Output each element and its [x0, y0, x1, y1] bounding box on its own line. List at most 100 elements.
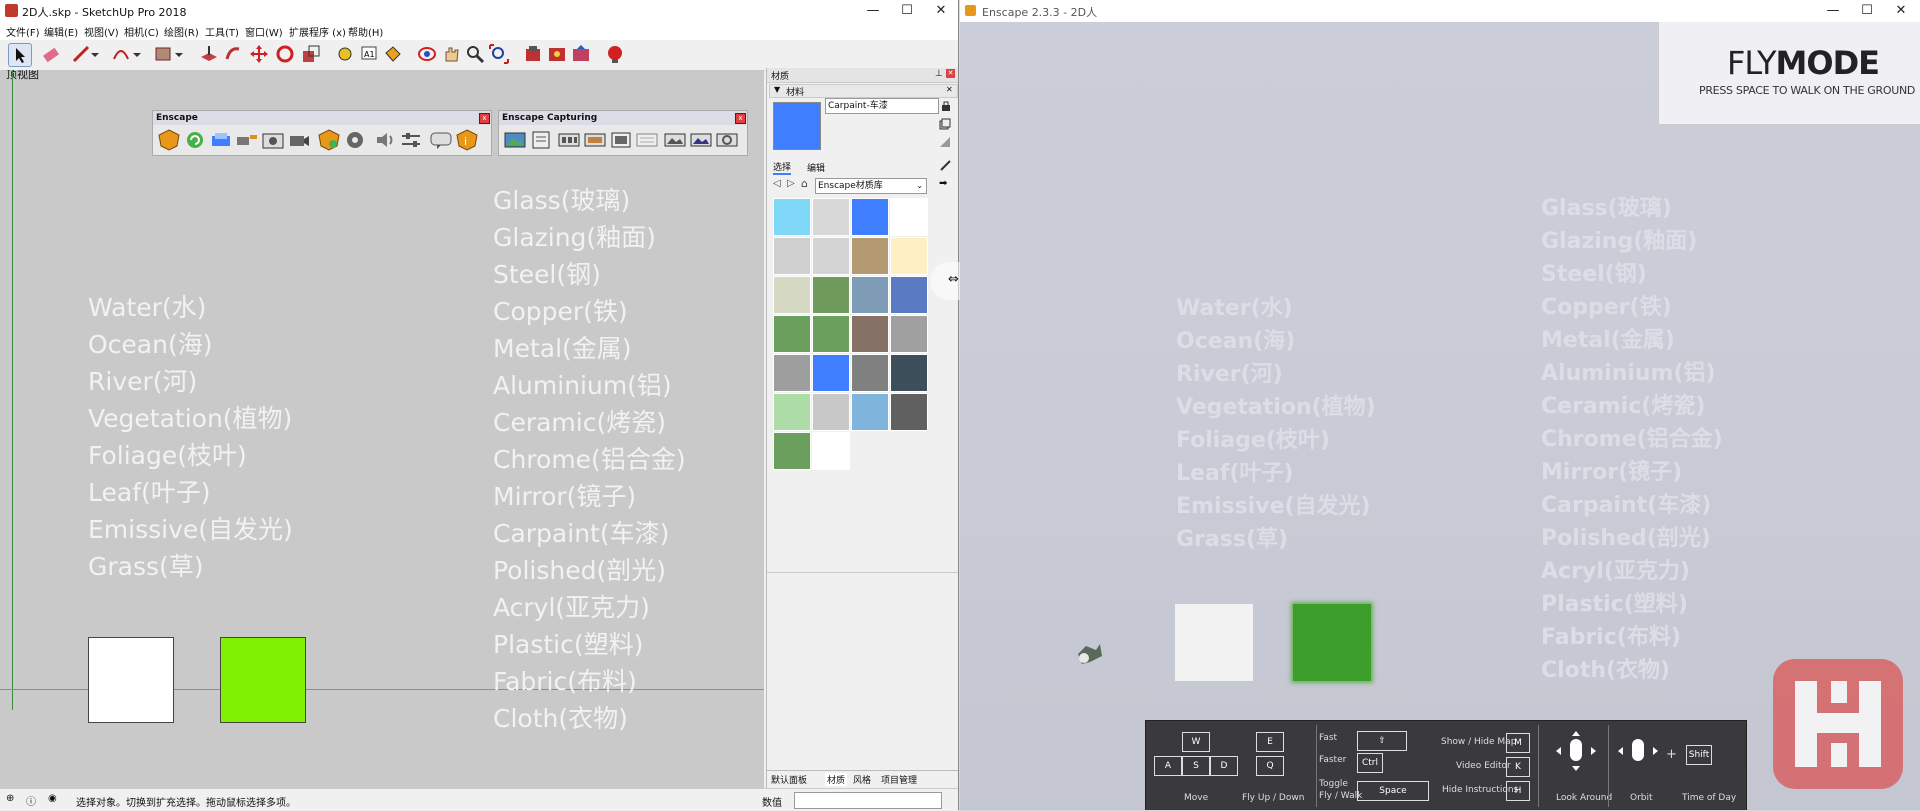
material-swatch[interactable]	[851, 198, 889, 236]
material-swatch[interactable]	[773, 432, 811, 470]
paint-bucket-icon[interactable]	[382, 43, 404, 65]
live-update-icon[interactable]	[183, 129, 207, 151]
menu-camera[interactable]: 相机(C)	[124, 24, 159, 39]
video-editor-icon[interactable]	[287, 129, 311, 151]
tray-tab-materials[interactable]: 材质	[825, 773, 848, 786]
follow-me-icon[interactable]	[222, 43, 244, 65]
enscape-maximize-button[interactable]: ☐	[1850, 0, 1884, 22]
asset-library-icon[interactable]	[317, 129, 341, 151]
menu-view[interactable]: 视图(V)	[84, 24, 119, 39]
material-swatch[interactable]	[812, 315, 850, 353]
white-square[interactable]	[88, 637, 174, 723]
enscape-toolbar-close-button[interactable]: x	[479, 113, 490, 124]
settings-gear-icon[interactable]	[343, 129, 367, 151]
material-swatch[interactable]	[890, 354, 928, 392]
about-info-icon[interactable]: i	[455, 129, 479, 151]
render-image-icon[interactable]	[503, 129, 527, 151]
material-swatch[interactable]	[773, 198, 811, 236]
feedback-icon[interactable]	[429, 129, 453, 151]
menu-tools[interactable]: 工具(T)	[205, 24, 239, 39]
share-model-icon[interactable]	[570, 43, 592, 65]
rectangle-icon[interactable]	[152, 43, 174, 65]
extension-manager-icon[interactable]	[604, 43, 626, 65]
pencil-icon[interactable]	[70, 43, 92, 65]
eraser-icon[interactable]	[40, 43, 62, 65]
tab-select[interactable]: 选择	[773, 160, 792, 175]
rotate-icon[interactable]	[274, 43, 296, 65]
manage-panoramas-icon[interactable]	[663, 129, 687, 151]
menu-window[interactable]: 窗口(W)	[245, 24, 283, 39]
batch-render-icon[interactable]	[529, 129, 553, 151]
material-swatch[interactable]	[773, 237, 811, 275]
start-enscape-icon[interactable]	[157, 129, 181, 151]
screenshot-icon[interactable]	[261, 129, 285, 151]
eyedropper-icon[interactable]	[939, 158, 953, 172]
sketchup-viewport[interactable]: 顶视图 Enscape x i Enscape Capturing x Wate…	[0, 70, 764, 788]
capturing-toolbar-close-button[interactable]: x	[735, 113, 746, 124]
geolocation-icon[interactable]: ⊕	[6, 793, 14, 804]
material-swatch[interactable]	[812, 237, 850, 275]
pan-icon[interactable]	[440, 43, 462, 65]
shape-dropdown-icon[interactable]	[174, 43, 184, 65]
green-square[interactable]	[220, 637, 306, 723]
push-pull-icon[interactable]	[198, 43, 220, 65]
tab-edit[interactable]: 编辑	[807, 161, 825, 174]
material-swatch[interactable]	[773, 276, 811, 314]
arc-dropdown-icon[interactable]	[132, 43, 142, 65]
material-swatch[interactable]	[851, 393, 889, 431]
maximize-button[interactable]: ☐	[890, 0, 924, 22]
arc-icon[interactable]	[110, 43, 132, 65]
tray-tab-default[interactable]: 默认面板	[771, 773, 807, 786]
forward-arrow-icon[interactable]: ▷	[787, 178, 795, 189]
material-swatch[interactable]	[773, 315, 811, 353]
orbit-icon[interactable]	[416, 43, 438, 65]
measurement-input[interactable]	[794, 792, 942, 809]
material-name-field[interactable]: Carpaint-车漆	[825, 98, 939, 114]
menu-extensions[interactable]: 扩展程序 (x)	[289, 24, 346, 39]
back-arrow-icon[interactable]: ◁	[773, 178, 781, 189]
home-icon[interactable]: ⌂	[801, 177, 808, 190]
material-swatch[interactable]	[812, 354, 850, 392]
tray-tab-styles[interactable]: 风格	[853, 773, 871, 786]
pencil-dropdown-icon[interactable]	[90, 43, 100, 65]
tray-tab-project[interactable]: 项目管理	[881, 773, 917, 786]
menu-help[interactable]: 帮助(H)	[348, 24, 383, 39]
create-material-icon[interactable]	[939, 118, 951, 130]
material-swatch[interactable]	[851, 354, 889, 392]
material-swatch[interactable]	[812, 198, 850, 236]
material-swatch[interactable]	[851, 237, 889, 275]
material-swatch[interactable]	[890, 198, 928, 236]
sound-icon[interactable]	[373, 129, 397, 151]
enscape-viewport[interactable]: FLYMODE PRESS SPACE TO WALK ON THE GROUN…	[960, 22, 1920, 810]
capture-icon[interactable]	[235, 129, 259, 151]
visual-settings-icon[interactable]	[399, 129, 423, 151]
material-swatch[interactable]	[812, 432, 850, 470]
material-swatch[interactable]	[812, 393, 850, 431]
material-swatch[interactable]	[851, 315, 889, 353]
select-tool-icon[interactable]	[8, 43, 32, 67]
zoom-icon[interactable]	[464, 43, 486, 65]
materials-section-header[interactable]: ▼ 材料 ✕	[769, 84, 958, 98]
default-material-icon[interactable]	[939, 136, 951, 148]
close-button[interactable]: ✕	[924, 0, 958, 22]
panel-close-icon[interactable]: ✕	[946, 69, 955, 78]
material-swatch[interactable]	[812, 276, 850, 314]
menu-file[interactable]: 文件(F)	[6, 24, 40, 39]
info-icon[interactable]: ⓘ	[26, 793, 36, 808]
material-swatch[interactable]	[890, 315, 928, 353]
material-swatch[interactable]	[773, 354, 811, 392]
material-swatch[interactable]	[851, 276, 889, 314]
export-stereo-panorama-icon[interactable]	[689, 129, 713, 151]
export-panorama-icon[interactable]	[583, 129, 607, 151]
details-arrow-icon[interactable]: ➡	[939, 178, 947, 189]
render-video-icon[interactable]	[557, 129, 581, 151]
tape-measure-icon[interactable]	[334, 43, 356, 65]
material-swatch[interactable]	[773, 393, 811, 431]
material-swatch[interactable]	[890, 237, 928, 275]
user-icon[interactable]: ◉	[48, 793, 57, 804]
extension-warehouse-icon[interactable]	[546, 43, 568, 65]
minimize-button[interactable]: —	[856, 0, 890, 22]
enscape-close-button[interactable]: ✕	[1884, 0, 1918, 22]
export-web-icon[interactable]	[635, 129, 659, 151]
section-close-icon[interactable]: ✕	[946, 85, 953, 94]
